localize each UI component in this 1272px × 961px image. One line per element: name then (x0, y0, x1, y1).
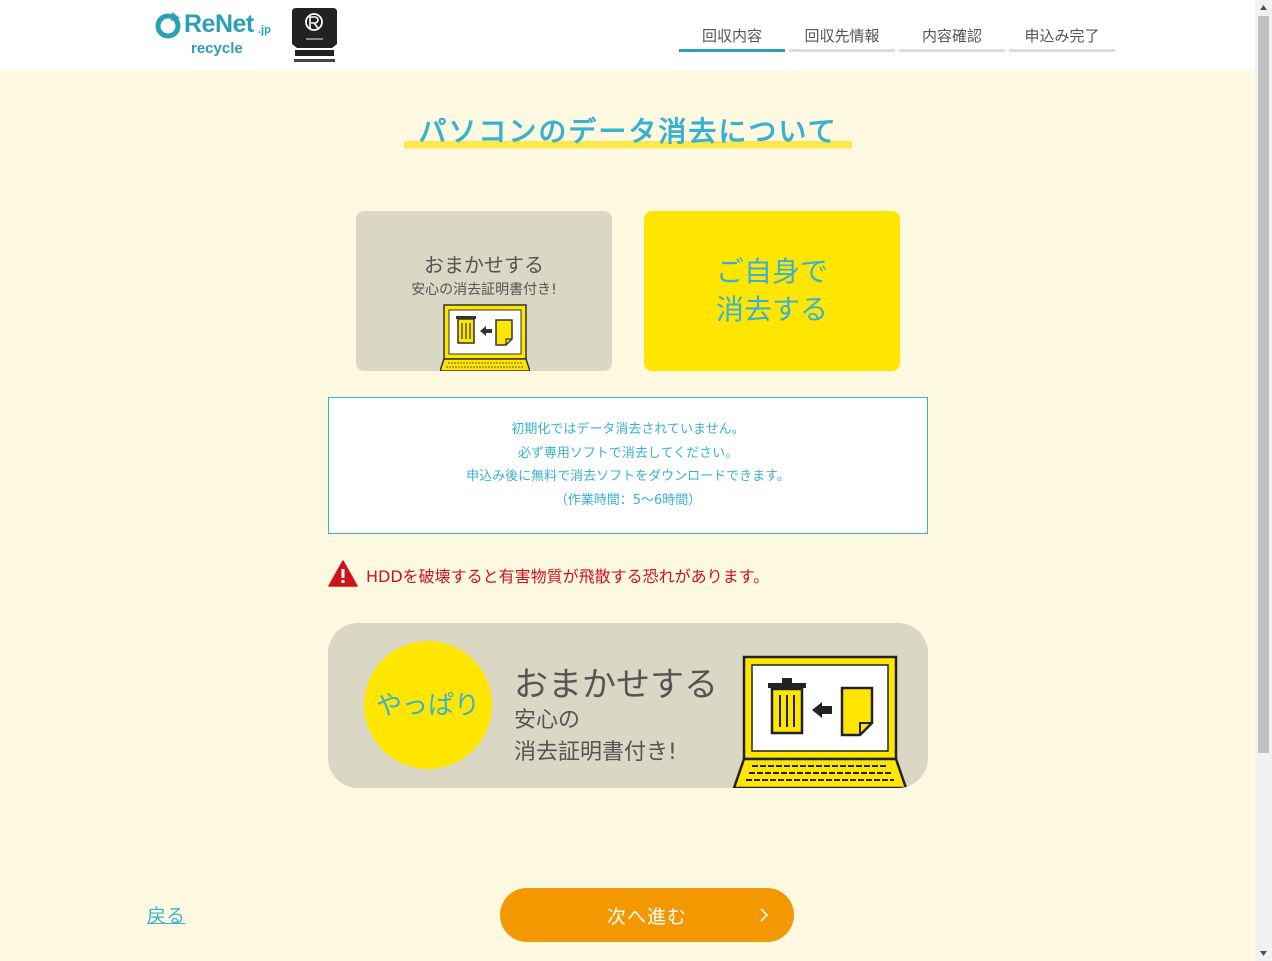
option-erase-yourself-label: ご自身で 消去する (644, 253, 900, 329)
option-leave-to-us-subtitle: 安心の消去証明書付き! (411, 282, 557, 298)
option-leave-to-us[interactable]: おまかせする 安心の消去証明書付き! (356, 211, 612, 371)
option-erase-yourself-line2: 消去する (715, 293, 828, 326)
scroll-up-arrow-icon[interactable] (1255, 0, 1272, 16)
next-button-label: 次へ進む (606, 906, 687, 928)
small-appliance-recycling-badge-icon (292, 8, 337, 62)
scroll-down-arrow-icon[interactable] (1255, 945, 1272, 961)
next-button[interactable]: 次へ進む (500, 888, 794, 942)
option-erase-yourself[interactable]: ご自身で 消去する (644, 211, 900, 371)
step-collection-content: 回収内容 (679, 24, 785, 52)
info-line: 申込み後に無料で消去ソフトをダウンロードできます。 (466, 469, 790, 484)
back-link[interactable]: 戻る (147, 901, 185, 928)
after-all-badge: やっぱり (364, 641, 492, 769)
page-title: パソコンのデータ消去について (404, 110, 852, 154)
logo-subtitle: recycle (191, 40, 243, 57)
info-line: （作業時間：5〜6時間） (554, 492, 702, 508)
laptop-erase-icon (732, 655, 908, 788)
logo-text: ReNet (184, 10, 254, 38)
warning-text: HDDを破壊すると有害物質が飛散する恐れがあります。 (366, 567, 770, 586)
option-leave-to-us-title: おまかせする (424, 253, 544, 277)
warning-triangle-icon (328, 560, 358, 587)
site-header: ReNet .jp recycle 回収内容 回収先情報 内容確認 申込み完了 (0, 0, 1255, 70)
after-all-title: おまかせする (514, 665, 718, 705)
info-line: 必ず専用ソフトで消去してください。 (517, 445, 739, 461)
option-erase-yourself-line1: ご自身で (715, 255, 828, 288)
after-all-subtitle-line1: 安心の (514, 708, 581, 733)
option-leave-to-us-after-all[interactable]: やっぱり おまかせする 安心の 消去証明書付き! (328, 623, 928, 788)
after-all-subtitle-line2: 消去証明書付き! (514, 740, 677, 765)
page-scrollbar[interactable] (1255, 0, 1272, 961)
info-line: 初期化ではデータ消去されていません。 (511, 422, 745, 437)
step-collection-address: 回収先情報 (789, 24, 895, 52)
step-confirm: 内容確認 (899, 24, 1005, 52)
laptop-erase-icon (440, 304, 530, 371)
scrollbar-thumb[interactable] (1258, 16, 1269, 753)
after-all-subtitle: 安心の 消去証明書付き! (514, 705, 677, 769)
chevron-right-icon (760, 908, 769, 922)
logo-suffix: .jp (258, 24, 271, 36)
erase-info-box: 初期化ではデータ消去されていません。 必ず専用ソフトで消去してください。 申込み… (328, 397, 928, 534)
after-all-badge-label: やっぱり (375, 691, 480, 721)
step-complete: 申込み完了 (1009, 24, 1115, 52)
renet-logo-icon (155, 12, 181, 39)
